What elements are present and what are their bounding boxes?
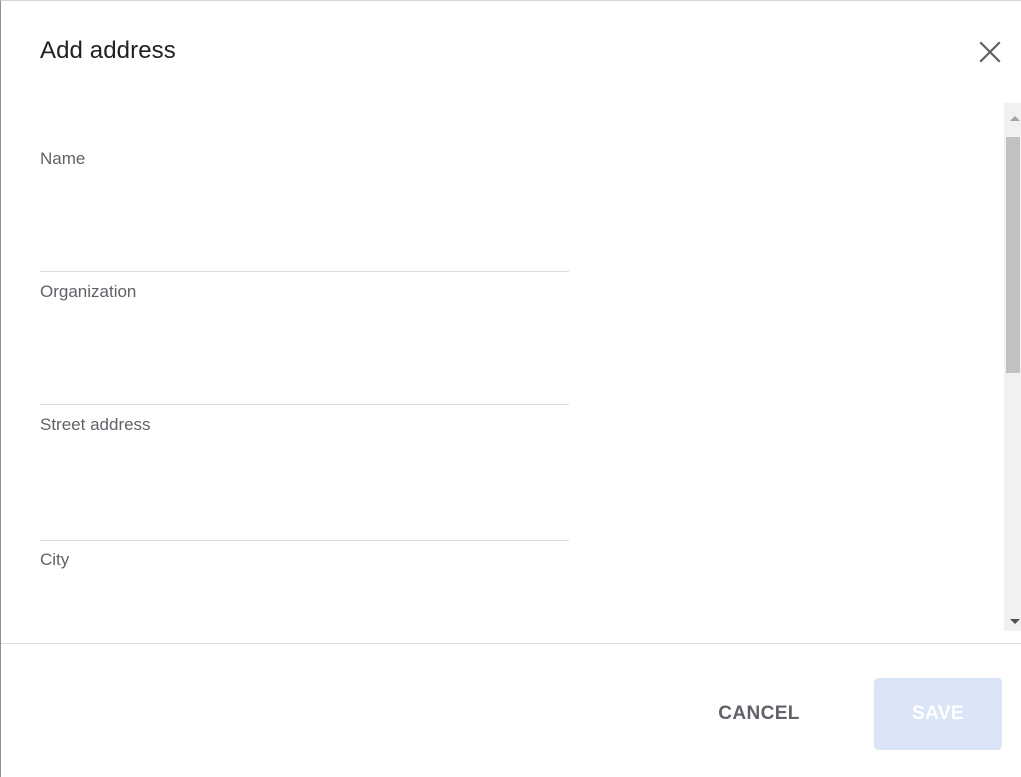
street-address-label: Street address [40, 415, 151, 434]
save-button[interactable]: SAVE [874, 678, 1002, 750]
close-icon [979, 41, 1001, 63]
add-address-dialog: Add address Name Organization Street add… [0, 0, 1021, 777]
street-address-field[interactable] [40, 511, 569, 541]
scroll-up-arrow-icon[interactable] [1010, 116, 1020, 121]
form-scrollbar[interactable] [1004, 103, 1021, 631]
dialog-title: Add address [40, 37, 176, 64]
organization-field[interactable] [40, 375, 569, 405]
name-label: Name [40, 149, 86, 168]
scroll-down-arrow-icon[interactable] [1010, 619, 1020, 624]
address-form: Name Organization Street address City [1, 103, 1002, 631]
city-label: City [40, 550, 70, 569]
scroll-thumb[interactable] [1006, 137, 1020, 373]
organization-label: Organization [40, 282, 137, 301]
close-button[interactable] [973, 35, 1007, 69]
name-field[interactable] [40, 242, 569, 272]
cancel-button[interactable]: CANCEL [687, 678, 831, 750]
footer-divider [1, 643, 1021, 644]
